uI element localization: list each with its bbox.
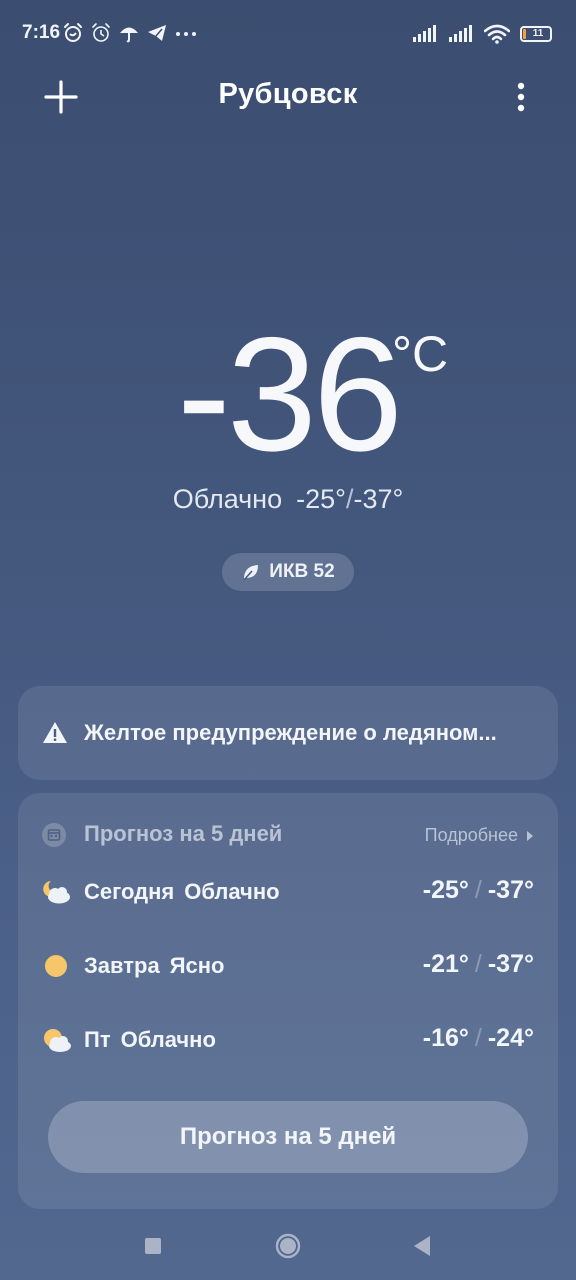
condition-line: Облачно -25°/-37° — [172, 484, 404, 514]
leaf-icon — [243, 565, 259, 581]
status-bar: 7:16 11 — [0, 0, 576, 68]
forecast-card: Прогноз на 5 дней Подробнее Сегодня Облач… — [18, 793, 558, 1209]
partly-cloudy-icon — [44, 1029, 71, 1052]
calendar-icon — [42, 823, 66, 847]
more-dots-icon — [176, 32, 196, 36]
forecast-day-label: Завтра Ясно — [84, 953, 225, 978]
forecast-day-label: Сегодня Облачно — [84, 879, 280, 904]
status-icons-right: 11 — [412, 24, 552, 44]
temperature-unit: °C — [392, 326, 449, 382]
battery-level: 11 — [532, 28, 544, 39]
forecast-day-label: Пт Облачно — [84, 1027, 216, 1052]
five-day-forecast-button[interactable]: Прогноз на 5 дней — [48, 1101, 528, 1173]
forecast-day-row[interactable]: Сегодня Облачно -25° / -37° — [42, 873, 534, 913]
forecast-day-row[interactable]: Пт Облачно -16° / -24° — [42, 1021, 534, 1061]
warning-icon — [43, 722, 67, 743]
alarm-outline-icon — [92, 23, 110, 42]
weather-warning-card[interactable]: Желтое предупреждение о ледяном... — [18, 686, 558, 780]
forecast-day-row[interactable]: Завтра Ясно -21° / -37° — [42, 947, 534, 987]
alarm-icon — [64, 23, 82, 42]
status-time: 7:16 — [22, 22, 61, 43]
partly-cloudy-night-icon — [43, 881, 70, 904]
forecast-title: Прогноз на 5 дней — [84, 821, 283, 846]
header: Рубцовск — [0, 68, 576, 124]
forecast-day-temps: -25° / -37° — [422, 876, 534, 904]
signal-icon — [449, 25, 472, 42]
condition-text: Облачно — [172, 484, 283, 514]
signal-icon — [413, 25, 436, 42]
battery-icon: 11 — [520, 26, 552, 42]
aqi-badge[interactable]: ИКВ 52 — [222, 553, 354, 591]
more-vert-icon[interactable] — [506, 76, 536, 118]
warning-text: Желтое предупреждение о ледяном... — [84, 720, 497, 745]
aqi-label: ИКВ 52 — [269, 561, 335, 582]
forecast-day-temps: -16° / -24° — [422, 1024, 534, 1052]
forecast-header: Прогноз на 5 дней Подробнее — [42, 819, 534, 851]
details-label: Подробнее — [424, 825, 518, 845]
back-icon[interactable] — [410, 1234, 432, 1258]
sun-icon — [45, 955, 67, 977]
umbrella-icon — [120, 27, 138, 43]
recent-apps-icon[interactable] — [145, 1238, 161, 1254]
details-link[interactable]: Подробнее — [425, 825, 534, 846]
telegram-icon — [148, 25, 166, 41]
city-title[interactable]: Рубцовск — [0, 78, 576, 111]
temperature-value: -36 — [176, 304, 403, 485]
forecast-day-temps: -21° / -37° — [422, 950, 534, 978]
current-temperature: -36 °C — [0, 300, 576, 490]
wifi-icon — [484, 24, 510, 44]
home-icon[interactable] — [275, 1233, 301, 1259]
status-icons-left — [62, 22, 198, 44]
navigation-bar — [0, 1212, 576, 1280]
low-temp: -37° — [353, 484, 404, 514]
triangle-right-icon — [527, 830, 533, 841]
high-temp: -25° — [296, 484, 346, 514]
